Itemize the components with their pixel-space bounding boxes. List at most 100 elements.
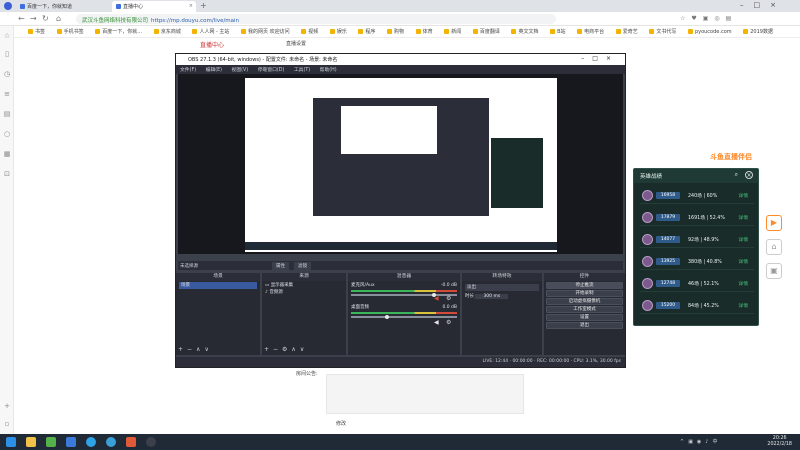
note-icon[interactable]: ▤ [3, 110, 11, 118]
modify-button[interactable]: 修改 [336, 420, 346, 427]
bookmark[interactable]: 英文文档 [511, 28, 538, 35]
bookmark[interactable]: 京东商城 [154, 28, 181, 35]
chat-icon[interactable]: ○ [3, 130, 11, 138]
player-row[interactable]: 15200 84场 | 45.2% 详情 [640, 297, 754, 314]
app-icon[interactable] [66, 437, 76, 447]
new-tab-button[interactable]: + [200, 1, 207, 10]
start-icon[interactable] [6, 437, 16, 447]
close-icon[interactable]: × [745, 171, 753, 179]
bookmark[interactable]: 电商平台 [577, 28, 604, 35]
player-row[interactable]: 17879 1691场 | 52.4% 详情 [640, 209, 754, 226]
star-icon[interactable]: ☆ [3, 32, 11, 40]
browser-icon[interactable] [106, 437, 116, 447]
bookmark[interactable]: 书签 [28, 28, 45, 35]
detail-link[interactable]: 详情 [738, 192, 748, 199]
scene-item[interactable]: 场景 [179, 282, 257, 289]
bookmark[interactable]: 手机书签 [57, 28, 84, 35]
bookmark[interactable]: 百度一下，你就… [95, 28, 142, 35]
list-icon[interactable]: ≡ [3, 90, 11, 98]
detail-link[interactable]: 详情 [738, 302, 748, 309]
window-controls[interactable]: –□× [740, 1, 786, 9]
app-icon[interactable] [86, 437, 96, 447]
source-toolbar-buttons[interactable]: +−⚙∧∨ [264, 346, 308, 353]
stop-streaming-button[interactable]: 停止推流 [546, 282, 623, 289]
bookmark[interactable]: 视频 [301, 28, 318, 35]
gear-icon[interactable]: ⚙ [446, 319, 451, 326]
search-icon[interactable]: ⌕ [735, 171, 738, 179]
apps-icon[interactable]: ▦ [3, 150, 11, 158]
bookmark[interactable]: 新闻 [444, 28, 461, 35]
bookmark[interactable]: 2019数据 [743, 28, 773, 35]
detail-link[interactable]: 详情 [738, 280, 748, 287]
obs-preview[interactable] [178, 74, 623, 254]
detail-link[interactable]: 详情 [738, 258, 748, 265]
source-item[interactable]: ▭ 显示器采集 [265, 282, 343, 289]
virtual-camera-button[interactable]: 启动虚拟摄像机 [546, 298, 623, 305]
cart-icon[interactable]: ⊡ [3, 170, 11, 178]
bookmark[interactable]: 百度翻译 [473, 28, 500, 35]
menu-item[interactable]: 停靠窗口(D) [258, 68, 285, 73]
home-icon[interactable]: ⌂ [766, 239, 782, 255]
extensions-icon[interactable]: ☆♥▣◎▤ [680, 15, 737, 23]
bookmark[interactable]: 文书代写 [649, 28, 676, 35]
menu-item[interactable]: 视图(V) [232, 68, 249, 73]
browser-tab-active[interactable]: 直播中心 × [112, 1, 196, 12]
duration-input[interactable]: 300 ms [475, 294, 509, 299]
bookmark[interactable]: pyoucode.com [688, 29, 732, 35]
app-icon[interactable] [126, 437, 136, 447]
start-recording-button[interactable]: 开始录制 [546, 290, 623, 297]
bookmark-icon[interactable]: ▯ [3, 50, 11, 58]
home-icon[interactable]: ⌂ [56, 15, 61, 23]
scene-toolbar[interactable]: +−∧∨ [178, 346, 213, 353]
detail-link[interactable]: 详情 [738, 236, 748, 243]
window-controls[interactable]: –□× [581, 55, 619, 62]
file-explorer-icon[interactable] [26, 437, 36, 447]
settings-icon[interactable]: + [3, 402, 11, 410]
bookmark[interactable]: 人人网 - 主站 [192, 28, 229, 35]
bookmark[interactable]: 购物 [387, 28, 404, 35]
taskbar-clock[interactable]: 20:26 2022/2/18 [767, 436, 792, 447]
obs-icon[interactable] [146, 437, 156, 447]
properties-button[interactable]: 属性 [272, 262, 289, 270]
address-bar[interactable]: 武汉斗鱼网络科技有限公司 https://mp.douyu.com/live/ma… [76, 14, 556, 24]
announcement-box[interactable] [326, 374, 524, 414]
detail-link[interactable]: 详情 [738, 214, 748, 221]
filters-button[interactable]: 滤镜 [294, 262, 311, 270]
bookmark[interactable]: 娱乐 [330, 28, 347, 35]
player-row[interactable]: 14077 92场 | 48.9% 详情 [640, 231, 754, 248]
bookmark[interactable]: 程序 [358, 28, 375, 35]
source-item[interactable]: ♪ 音频源 [265, 289, 343, 296]
speaker-icon[interactable]: ◀ [434, 319, 439, 326]
player-row[interactable]: 13925 380场 | 40.8% 详情 [640, 253, 754, 270]
collapse-icon[interactable]: ▫ [3, 420, 11, 428]
menu-item[interactable]: 工具(T) [294, 68, 310, 73]
forward-icon[interactable]: → [30, 15, 37, 23]
tray-icons[interactable]: ^▣◉♪中 [680, 438, 721, 445]
play-icon[interactable]: ▶ [766, 215, 782, 231]
bookmark[interactable]: 体育 [416, 28, 433, 35]
gear-icon[interactable]: ⚙ [446, 295, 451, 302]
player-row[interactable]: 16958 240场 | 60% 详情 [640, 187, 754, 204]
close-tab-icon[interactable]: × [189, 3, 193, 9]
history-icon[interactable]: ◷ [3, 70, 11, 78]
volume-slider[interactable] [351, 293, 457, 297]
browser-tab[interactable]: 百度一下，你就知道 [16, 1, 104, 12]
exit-button[interactable]: 退出 [546, 322, 623, 329]
transition-select[interactable]: 淡出 [465, 284, 539, 291]
mute-icon[interactable]: ◀ [434, 295, 439, 302]
menu-item[interactable]: 帮助(H) [320, 68, 337, 73]
bookmark[interactable]: 爱奇艺 [616, 28, 638, 35]
menu-item[interactable]: 文件(F) [180, 68, 196, 73]
reload-icon[interactable]: ↻ [42, 15, 49, 23]
bookmark[interactable]: B站 [550, 28, 565, 35]
studio-mode-button[interactable]: 工作室模式 [546, 306, 623, 313]
player-record: 46场 | 52.1% [688, 282, 719, 287]
volume-slider[interactable] [351, 315, 457, 319]
player-row[interactable]: 12748 46场 | 52.1% 详情 [640, 275, 754, 292]
bookmark[interactable]: 我的网页 欢迎访问 [241, 28, 290, 35]
app-icon[interactable] [46, 437, 56, 447]
settings-button[interactable]: 设置 [546, 314, 623, 321]
menu-item[interactable]: 编辑(E) [206, 68, 222, 73]
screen-icon[interactable]: ▣ [766, 263, 782, 279]
back-icon[interactable]: ← [18, 15, 25, 23]
